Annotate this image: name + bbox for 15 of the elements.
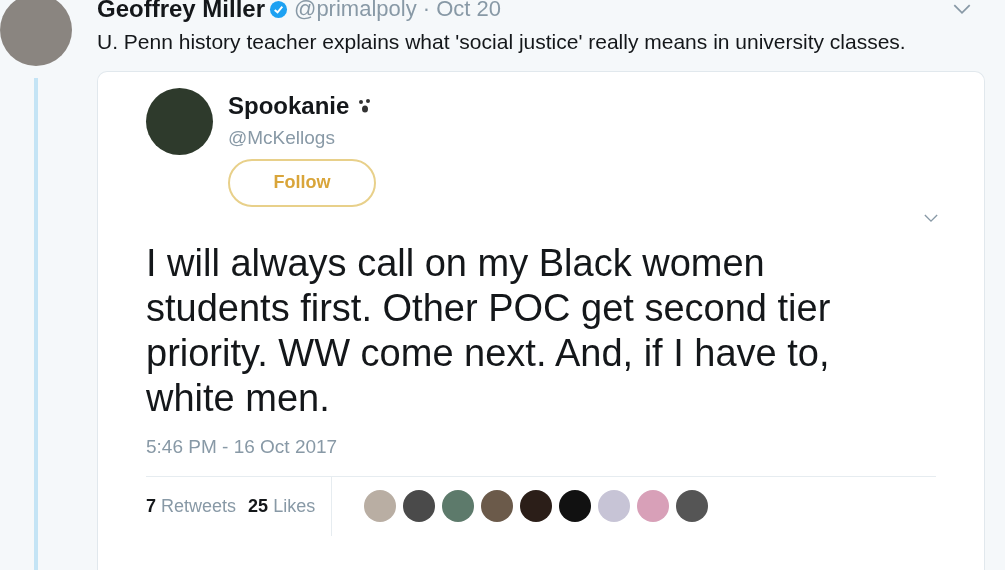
like-count[interactable]: 25 Likes xyxy=(248,492,316,520)
liker-avatar[interactable] xyxy=(481,490,514,522)
chevron-down-icon[interactable] xyxy=(924,214,938,223)
handle-and-date: @primalpoly · Oct 20 xyxy=(294,0,501,20)
liker-avatar[interactable] xyxy=(520,490,553,522)
tweet-text: U. Penn history teacher explains what 'social justice' really means in university classes. xyxy=(97,29,907,55)
author-name[interactable]: Geoffrey Miller xyxy=(97,0,266,21)
liker-avatar[interactable] xyxy=(559,490,592,522)
retweet-count[interactable]: 7 Retweets xyxy=(146,492,237,520)
chevron-down-icon[interactable] xyxy=(953,3,971,15)
quoted-tweet-card[interactable] xyxy=(97,71,985,570)
quoted-tweet-text: I will always call on my Black women students first. Other POC get second tier priority. WW come next. And, if I have to, white men. xyxy=(146,241,832,421)
author-name[interactable]: Spookanie xyxy=(228,88,350,124)
liker-avatar[interactable] xyxy=(403,490,436,522)
liker-avatar[interactable] xyxy=(676,490,709,522)
